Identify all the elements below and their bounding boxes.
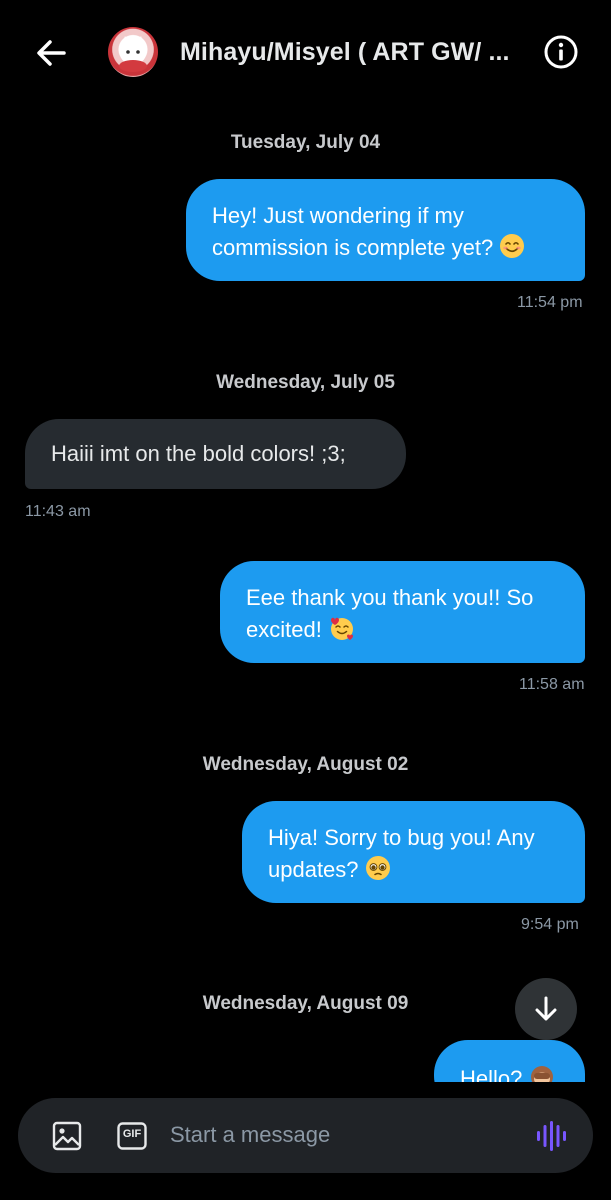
chat-header: Mihayu/Misyel ( ART GW/ ... — [0, 0, 611, 105]
gif-label: GIF — [122, 1128, 142, 1140]
message-timestamp: 11:58 am — [519, 676, 585, 693]
conversation-title[interactable]: Mihayu/Misyel ( ART GW/ ... — [180, 38, 530, 67]
scroll-to-bottom-button[interactable] — [515, 978, 577, 1040]
message-timestamp: 11:43 am — [25, 503, 91, 520]
sent-message-bubble[interactable]: Hello? — [434, 1040, 585, 1082]
message-text: Eee thank you thank you!! So excited! — [246, 585, 534, 642]
avatar[interactable] — [108, 27, 158, 77]
date-separator: Tuesday, July 04 — [230, 132, 381, 153]
message-text: Hello? — [460, 1066, 523, 1082]
message-timestamp: 11:54 pm — [517, 294, 583, 311]
sent-message-bubble[interactable]: Eee thank you thank you!! So excited! — [220, 561, 585, 663]
date-separator: Wednesday, July 05 — [216, 372, 395, 393]
image-icon[interactable] — [52, 1121, 82, 1151]
message-timestamp: 9:54 pm — [521, 916, 579, 933]
sent-message-bubble[interactable]: Hey! Just wondering if my commission is … — [186, 179, 585, 281]
see-no-evil-monkey-icon — [530, 1066, 553, 1082]
arrow-down-icon — [535, 996, 557, 1021]
smiling-face-icon — [500, 234, 525, 258]
received-message-bubble[interactable]: Haiii imt on the bold colors! ;3; — [25, 419, 406, 489]
voice-message-icon[interactable] — [535, 1119, 567, 1153]
message-input[interactable]: Start a message — [170, 1122, 330, 1148]
back-arrow-icon[interactable] — [30, 32, 72, 74]
info-icon[interactable] — [543, 34, 579, 70]
sent-message-bubble[interactable]: Hiya! Sorry to bug you! Any updates? — [242, 801, 585, 903]
message-text: Haiii imt on the bold colors! ;3; — [51, 441, 346, 466]
pleading-face-icon — [365, 856, 390, 880]
message-text: Hey! Just wondering if my commission is … — [212, 203, 494, 260]
date-separator: Wednesday, August 02 — [202, 754, 409, 775]
message-text: Hiya! Sorry to bug you! Any updates? — [268, 825, 535, 882]
gif-button[interactable]: GIF — [117, 1122, 147, 1150]
smiling-face-with-hearts-icon — [330, 617, 353, 640]
